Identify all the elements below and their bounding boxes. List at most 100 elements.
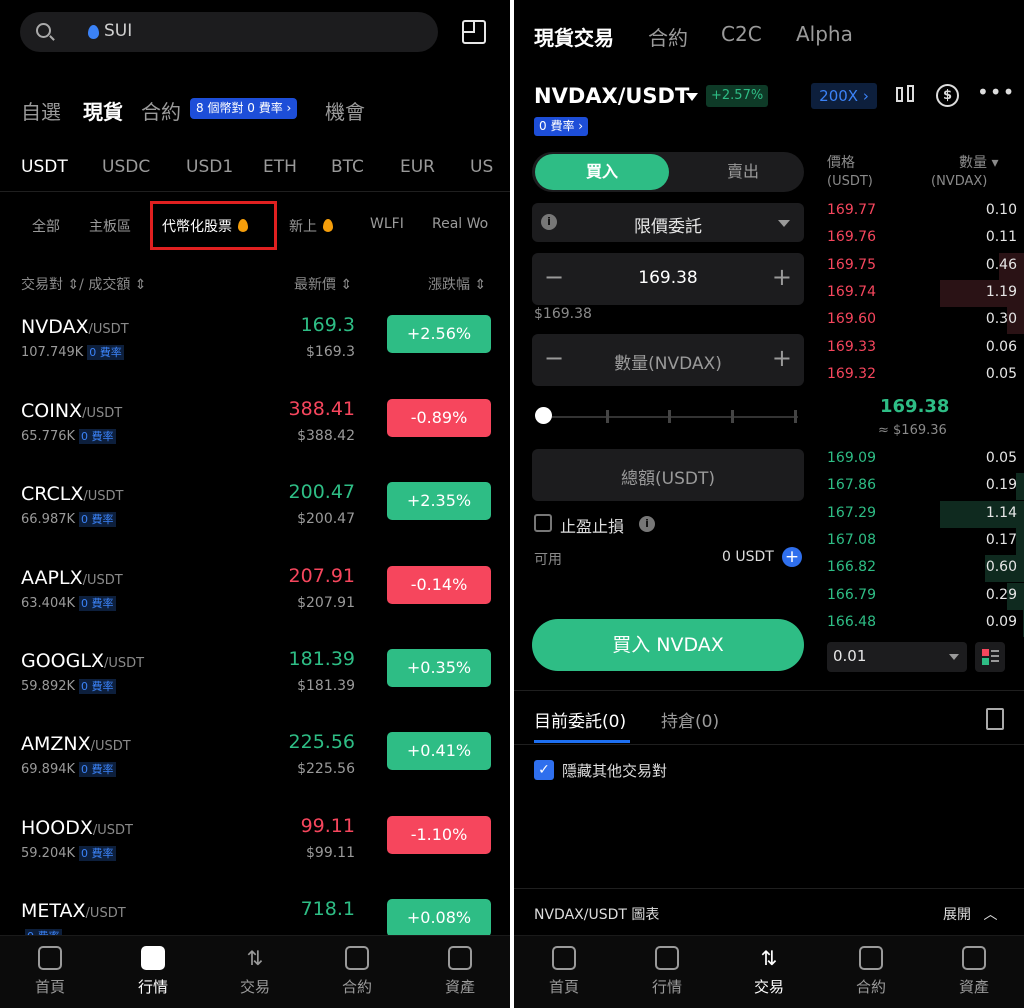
- plus-icon[interactable]: +: [772, 263, 792, 291]
- bid-price: 166.79: [827, 586, 876, 603]
- quote-tab-usdt[interactable]: USDT: [21, 157, 68, 177]
- change-badge[interactable]: +0.41%: [387, 732, 491, 770]
- search-bar[interactable]: SUI: [20, 12, 438, 52]
- price-input[interactable]: − 169.38 +: [532, 253, 804, 305]
- order-type-select[interactable]: i 限價委託: [532, 203, 804, 242]
- tab-alpha[interactable]: Alpha: [796, 22, 853, 46]
- fire-icon: [323, 219, 333, 232]
- market-row[interactable]: NVDAX/USDT 107.749K 0 費率 169.3 $169.3 +2.56%: [0, 314, 510, 399]
- bid-row[interactable]: 166.79 0.29: [827, 582, 1024, 610]
- nav-trade[interactable]: ⇅ 交易: [220, 946, 290, 997]
- nav-assets[interactable]: 資產: [425, 946, 495, 997]
- change-badge[interactable]: +2.56%: [387, 315, 491, 353]
- orderbook-view-icon[interactable]: [975, 642, 1005, 672]
- nav-label: 首頁: [34, 978, 65, 996]
- ask-row[interactable]: 169.32 0.05: [827, 362, 1017, 389]
- ask-row[interactable]: 169.33 0.06: [827, 335, 1017, 362]
- bid-row[interactable]: 167.08 0.17: [827, 527, 1024, 555]
- subtab-real-world[interactable]: Real Wo: [432, 216, 488, 232]
- expand-chart-button[interactable]: 展開 ︿: [943, 904, 997, 924]
- caret-down-icon[interactable]: [686, 93, 698, 101]
- add-funds-icon[interactable]: +: [782, 547, 802, 567]
- category-futures[interactable]: 合約: [141, 96, 181, 125]
- ask-row[interactable]: 169.75 0.46: [827, 252, 1024, 280]
- subtab-all[interactable]: 全部: [32, 216, 60, 236]
- quote-tab-eth[interactable]: ETH: [263, 157, 297, 177]
- market-row[interactable]: CRCLX/USDT 66.987K 0 費率 200.47 $200.47 +2.35%: [0, 481, 510, 566]
- ask-row[interactable]: 169.60 0.30: [827, 307, 1024, 335]
- quote-tab-btc[interactable]: BTC: [331, 157, 364, 177]
- tab-futures[interactable]: 合約: [648, 22, 688, 51]
- slider-handle[interactable]: [535, 407, 552, 424]
- ask-row[interactable]: 169.74 1.19: [827, 279, 1024, 307]
- change-badge[interactable]: +2.35%: [387, 482, 491, 520]
- ask-row[interactable]: 169.76 0.11: [827, 225, 1017, 252]
- quote-tab-eur[interactable]: EUR: [400, 157, 435, 177]
- change-badge[interactable]: -0.89%: [387, 399, 491, 437]
- layout-toggle-icon[interactable]: [462, 20, 486, 44]
- bid-row[interactable]: 166.82 0.60: [827, 555, 1024, 583]
- plus-icon[interactable]: +: [772, 344, 792, 372]
- subtab-wlfi[interactable]: WLFI: [370, 216, 404, 232]
- category-spot[interactable]: 現貨: [83, 96, 123, 125]
- nav-home[interactable]: 首頁: [529, 946, 599, 997]
- bid-row[interactable]: 167.86 0.19: [827, 473, 1024, 501]
- bid-row[interactable]: 167.29 1.14: [827, 500, 1024, 528]
- subtab-tokenized-stocks[interactable]: 代幣化股票: [162, 216, 248, 236]
- market-row[interactable]: HOODX/USDT 59.204K 0 費率 99.11 $99.11 -1.10%: [0, 815, 510, 900]
- nav-home[interactable]: 首頁: [15, 946, 85, 997]
- nav-markets[interactable]: 行情: [118, 946, 188, 997]
- column-header-pair[interactable]: 交易對 ⇕/ 成交額 ⇕: [21, 274, 147, 294]
- zero-fee-badge[interactable]: 8 個幣對 0 費率 ›: [190, 98, 298, 119]
- nav-contracts[interactable]: 合約: [322, 946, 392, 997]
- market-row[interactable]: AMZNX/USDT 69.894K 0 費率 225.56 $225.56 +0.41%: [0, 731, 510, 816]
- candlestick-icon[interactable]: [894, 84, 918, 106]
- tpsl-checkbox[interactable]: [534, 514, 552, 532]
- market-row[interactable]: AAPLX/USDT 63.404K 0 費率 207.91 $207.91 -0.14%: [0, 565, 510, 650]
- category-favorites[interactable]: 自選: [21, 96, 61, 125]
- tab-c2c[interactable]: C2C: [721, 22, 762, 46]
- quote-tab-usdc[interactable]: USDC: [102, 157, 150, 177]
- tab-positions[interactable]: 持倉(0): [661, 707, 719, 732]
- change-badge[interactable]: +0.08%: [387, 899, 491, 937]
- pair-selector[interactable]: NVDAX/USDT: [534, 84, 689, 108]
- bid-quantity: 0.17: [985, 531, 1017, 548]
- tab-open-orders[interactable]: 目前委託(0): [534, 707, 626, 732]
- column-header-change[interactable]: 漲跌幅 ⇕: [428, 274, 486, 294]
- column-header-price[interactable]: 最新價 ⇕: [294, 274, 352, 294]
- category-opportunities[interactable]: 機會: [325, 96, 365, 125]
- order-history-icon[interactable]: [986, 708, 1004, 730]
- hide-other-pairs-checkbox[interactable]: ✓: [534, 760, 554, 780]
- ask-row[interactable]: 169.77 0.10: [827, 198, 1017, 225]
- bid-row[interactable]: 169.09 0.05: [827, 446, 1017, 473]
- quantity-input[interactable]: − 數量(NVDAX) +: [532, 334, 804, 386]
- market-row[interactable]: COINX/USDT 65.776K 0 費率 388.41 $388.42 -0.89%: [0, 398, 510, 483]
- nav-markets[interactable]: 行情: [632, 946, 702, 997]
- dollar-icon[interactable]: $: [936, 84, 959, 107]
- orderbook-qty-header[interactable]: 數量 ▾: [959, 152, 998, 172]
- subtab-new-listings[interactable]: 新上: [289, 216, 333, 236]
- buy-submit-button[interactable]: 買入 NVDAX: [532, 619, 804, 671]
- ask-quantity: 0.11: [985, 229, 1017, 246]
- bid-row[interactable]: 166.48 0.09: [827, 609, 1024, 637]
- tab-spot[interactable]: 現貨交易: [534, 22, 614, 51]
- leverage-button[interactable]: 200X ›: [811, 83, 877, 109]
- nav-contracts[interactable]: 合約: [836, 946, 906, 997]
- total-input[interactable]: 總額(USDT): [532, 449, 804, 501]
- tick-size-select[interactable]: 0.01: [827, 642, 967, 672]
- change-badge[interactable]: +0.35%: [387, 649, 491, 687]
- nav-trade[interactable]: ⇅ 交易: [734, 946, 804, 997]
- buy-tab[interactable]: 買入: [535, 154, 669, 190]
- quote-tab-us[interactable]: US: [470, 157, 493, 177]
- sell-tab[interactable]: 賣出: [682, 154, 804, 190]
- market-row[interactable]: GOOGLX/USDT 59.892K 0 費率 181.39 $181.39 +0.35…: [0, 648, 510, 733]
- info-icon[interactable]: i: [639, 516, 655, 532]
- change-badge[interactable]: -0.14%: [387, 566, 491, 604]
- quote-tab-usd1[interactable]: USD1: [186, 157, 233, 177]
- subtab-main-board[interactable]: 主板區: [89, 216, 131, 236]
- pair-volume: 107.749K 0 費率: [21, 345, 124, 360]
- change-badge[interactable]: -1.10%: [387, 816, 491, 854]
- zero-fee-badge[interactable]: 0 費率 ›: [534, 117, 589, 136]
- more-icon[interactable]: •••: [977, 80, 1015, 104]
- nav-assets[interactable]: 資產: [939, 946, 1009, 997]
